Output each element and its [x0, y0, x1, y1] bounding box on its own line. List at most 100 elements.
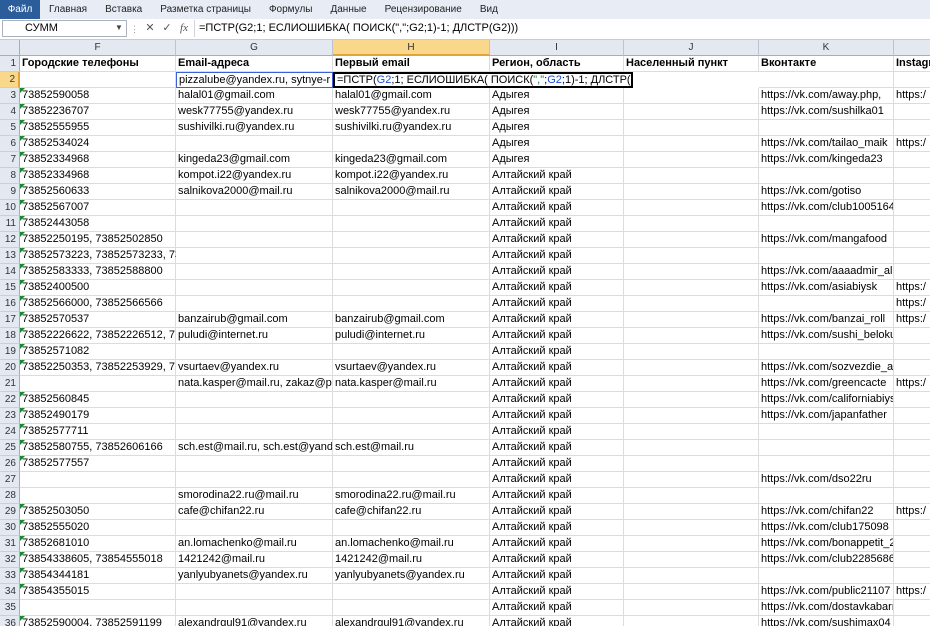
- cell-J[interactable]: [624, 296, 759, 312]
- cell-L[interactable]: [894, 552, 930, 568]
- cell-J[interactable]: [624, 168, 759, 184]
- cell-L[interactable]: [894, 600, 930, 616]
- cell-K[interactable]: [759, 440, 894, 456]
- row-header[interactable]: 35: [0, 600, 20, 616]
- cell-L[interactable]: [894, 456, 930, 472]
- cell-J[interactable]: [624, 88, 759, 104]
- cell-G[interactable]: [176, 296, 333, 312]
- cell-J[interactable]: Населенный пункт: [624, 56, 759, 72]
- cell-J[interactable]: [624, 504, 759, 520]
- cell-G[interactable]: vsurtaev@yandex.ru: [176, 360, 333, 376]
- cell-K[interactable]: https://vk.com/dso22ru: [759, 472, 894, 488]
- cell-K[interactable]: https://vk.com/away.php,: [759, 88, 894, 104]
- cell-J[interactable]: [624, 552, 759, 568]
- cell-J[interactable]: [624, 536, 759, 552]
- cell-J[interactable]: [624, 488, 759, 504]
- cell-J[interactable]: [624, 328, 759, 344]
- cell-L[interactable]: https:/: [894, 280, 930, 296]
- cell-H[interactable]: [333, 216, 490, 232]
- cell-L[interactable]: [894, 520, 930, 536]
- cell-K[interactable]: [759, 424, 894, 440]
- cell-I[interactable]: Алтайский край: [490, 184, 624, 200]
- cell-K[interactable]: https://vk.com/aaaadmir_all_22rf: [759, 264, 894, 280]
- cell-L[interactable]: https:/: [894, 584, 930, 600]
- row-header[interactable]: 31: [0, 536, 20, 552]
- row-header[interactable]: 11: [0, 216, 20, 232]
- row-header[interactable]: 1: [0, 56, 20, 72]
- row-header[interactable]: 25: [0, 440, 20, 456]
- cell-L[interactable]: [894, 152, 930, 168]
- cell-J[interactable]: [624, 616, 759, 626]
- cell-J[interactable]: [624, 408, 759, 424]
- row-header[interactable]: 32: [0, 552, 20, 568]
- cell-L[interactable]: [894, 408, 930, 424]
- cell-L[interactable]: [894, 568, 930, 584]
- cell-K[interactable]: [759, 216, 894, 232]
- cell-L[interactable]: [894, 440, 930, 456]
- tab-0[interactable]: Файл: [0, 0, 40, 19]
- tab-3[interactable]: Разметка страницы: [151, 0, 260, 19]
- cell-L[interactable]: [894, 200, 930, 216]
- cell-F[interactable]: 73852590004, 73852591199: [20, 616, 176, 626]
- cell-L[interactable]: https:/: [894, 504, 930, 520]
- cell-F[interactable]: 73852334968: [20, 152, 176, 168]
- tab-7[interactable]: Вид: [471, 0, 507, 19]
- cell-L[interactable]: [894, 424, 930, 440]
- row-header[interactable]: 17: [0, 312, 20, 328]
- cell-G[interactable]: [176, 584, 333, 600]
- cell-F[interactable]: 73852560845: [20, 392, 176, 408]
- cell-I[interactable]: Алтайский край: [490, 424, 624, 440]
- cell-G[interactable]: [176, 472, 333, 488]
- cell-I[interactable]: Алтайский край: [490, 232, 624, 248]
- cell-F[interactable]: [20, 472, 176, 488]
- cell-L[interactable]: [894, 120, 930, 136]
- row-header[interactable]: 2: [0, 72, 20, 88]
- cell-G[interactable]: pizzalube@yandex.ru, sytnye-r: [176, 72, 333, 88]
- cell-G[interactable]: nata.kasper@mail.ru, zakaz@pi: [176, 376, 333, 392]
- cell-K[interactable]: https://vk.com/asiabiysk: [759, 280, 894, 296]
- cell-H[interactable]: [333, 264, 490, 280]
- cell-H[interactable]: [333, 424, 490, 440]
- cell-I[interactable]: Алтайский край: [490, 584, 624, 600]
- cell-J[interactable]: [624, 136, 759, 152]
- cell-G[interactable]: [176, 344, 333, 360]
- cell-L[interactable]: [894, 184, 930, 200]
- cell-J[interactable]: [624, 184, 759, 200]
- cell-G[interactable]: [176, 216, 333, 232]
- cell-K[interactable]: [759, 296, 894, 312]
- cell-L[interactable]: [894, 72, 930, 88]
- cell-L[interactable]: [894, 232, 930, 248]
- cell-G[interactable]: Email-адреса: [176, 56, 333, 72]
- cell-G[interactable]: sch.est@mail.ru, sch.est@yande: [176, 440, 333, 456]
- cell-G[interactable]: cafe@chifan22.ru: [176, 504, 333, 520]
- cell-J[interactable]: [624, 376, 759, 392]
- cell-H[interactable]: [333, 600, 490, 616]
- cell-I[interactable]: Алтайский край: [490, 440, 624, 456]
- cell-F[interactable]: 73852583333, 73852588800: [20, 264, 176, 280]
- cell-J[interactable]: [624, 360, 759, 376]
- cell-I[interactable]: Алтайский край: [490, 488, 624, 504]
- cell-L[interactable]: [894, 472, 930, 488]
- cell-J[interactable]: [624, 424, 759, 440]
- cell-L[interactable]: [894, 360, 930, 376]
- cell-L[interactable]: [894, 344, 930, 360]
- tab-1[interactable]: Главная: [40, 0, 96, 19]
- cell-F[interactable]: 73854344181: [20, 568, 176, 584]
- cell-K[interactable]: https://vk.com/tailao_maik: [759, 136, 894, 152]
- cell-F[interactable]: 73852400500: [20, 280, 176, 296]
- cell-K[interactable]: https://vk.com/banzai_roll: [759, 312, 894, 328]
- cell-H[interactable]: [333, 200, 490, 216]
- cell-F[interactable]: 73852577557: [20, 456, 176, 472]
- cell-F[interactable]: 73852566000, 73852566566: [20, 296, 176, 312]
- row-header[interactable]: 3: [0, 88, 20, 104]
- cell-H[interactable]: banzairub@gmail.com: [333, 312, 490, 328]
- cell-L[interactable]: https:/: [894, 136, 930, 152]
- cell-G[interactable]: [176, 200, 333, 216]
- cell-H[interactable]: [333, 248, 490, 264]
- cell-L[interactable]: https:/: [894, 296, 930, 312]
- cell-L[interactable]: [894, 168, 930, 184]
- cell-F[interactable]: [20, 376, 176, 392]
- row-header[interactable]: 26: [0, 456, 20, 472]
- tab-4[interactable]: Формулы: [260, 0, 322, 19]
- cell-G[interactable]: [176, 232, 333, 248]
